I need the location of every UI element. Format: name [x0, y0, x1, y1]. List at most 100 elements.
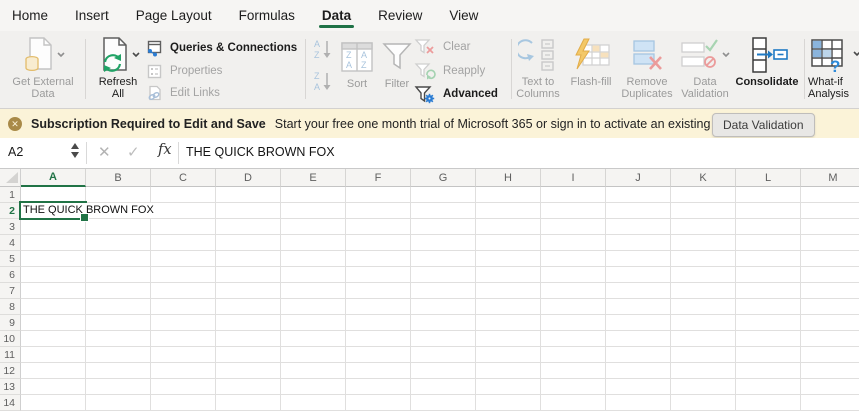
row-header-9[interactable]: 9 [0, 315, 21, 331]
cell-E6[interactable] [281, 267, 346, 283]
cell-L7[interactable] [736, 283, 801, 299]
cell-K7[interactable] [671, 283, 736, 299]
cell-I5[interactable] [541, 251, 606, 267]
cell-I7[interactable] [541, 283, 606, 299]
name-box-stepper[interactable] [71, 143, 79, 158]
cell-D4[interactable] [216, 235, 281, 251]
cell-G11[interactable] [411, 347, 476, 363]
cell-A8[interactable] [21, 299, 86, 315]
cell-H3[interactable] [476, 219, 541, 235]
cell-I13[interactable] [541, 379, 606, 395]
cell-B3[interactable] [86, 219, 151, 235]
row-header-12[interactable]: 12 [0, 363, 21, 379]
cell-E13[interactable] [281, 379, 346, 395]
cell-M4[interactable] [801, 235, 859, 251]
cell-C9[interactable] [151, 315, 216, 331]
cell-D3[interactable] [216, 219, 281, 235]
cell-B13[interactable] [86, 379, 151, 395]
cell-I14[interactable] [541, 395, 606, 411]
row-header-8[interactable]: 8 [0, 299, 21, 315]
cell-G8[interactable] [411, 299, 476, 315]
cell-L3[interactable] [736, 219, 801, 235]
cell-D1[interactable] [216, 187, 281, 203]
data-validation-button[interactable]: Data Validation [676, 35, 734, 100]
tab-view[interactable]: View [448, 2, 479, 29]
row-header-14[interactable]: 14 [0, 395, 21, 411]
cell-C12[interactable] [151, 363, 216, 379]
cell-I8[interactable] [541, 299, 606, 315]
get-external-data-button[interactable]: Get External Data [4, 35, 82, 100]
cell-E7[interactable] [281, 283, 346, 299]
name-box[interactable]: A2 [8, 145, 23, 159]
tab-page-layout[interactable]: Page Layout [135, 2, 213, 29]
cell-H12[interactable] [476, 363, 541, 379]
cell-L6[interactable] [736, 267, 801, 283]
column-header-M[interactable]: M [801, 169, 859, 187]
cell-G13[interactable] [411, 379, 476, 395]
cell-H6[interactable] [476, 267, 541, 283]
cell-F2[interactable] [346, 203, 411, 219]
cell-L10[interactable] [736, 331, 801, 347]
filter-button[interactable]: Filter [378, 37, 416, 90]
column-header-C[interactable]: C [151, 169, 216, 187]
cell-A12[interactable] [21, 363, 86, 379]
cell-B12[interactable] [86, 363, 151, 379]
column-header-E[interactable]: E [281, 169, 346, 187]
remove-duplicates-button[interactable]: Remove Duplicates [616, 35, 678, 100]
cell-E12[interactable] [281, 363, 346, 379]
cell-L11[interactable] [736, 347, 801, 363]
cell-G1[interactable] [411, 187, 476, 203]
cell-A11[interactable] [21, 347, 86, 363]
tab-insert[interactable]: Insert [74, 2, 110, 29]
queries-connections-button[interactable]: Queries & Connections [146, 38, 297, 58]
cell-J12[interactable] [606, 363, 671, 379]
cell-H9[interactable] [476, 315, 541, 331]
cell-G9[interactable] [411, 315, 476, 331]
cell-L14[interactable] [736, 395, 801, 411]
cell-J1[interactable] [606, 187, 671, 203]
cell-J4[interactable] [606, 235, 671, 251]
cell-E14[interactable] [281, 395, 346, 411]
cell-M3[interactable] [801, 219, 859, 235]
cell-K9[interactable] [671, 315, 736, 331]
cell-A5[interactable] [21, 251, 86, 267]
cell-E3[interactable] [281, 219, 346, 235]
column-header-F[interactable]: F [346, 169, 411, 187]
cell-K3[interactable] [671, 219, 736, 235]
cell-F9[interactable] [346, 315, 411, 331]
cell-F1[interactable] [346, 187, 411, 203]
cell-H14[interactable] [476, 395, 541, 411]
cell-B14[interactable] [86, 395, 151, 411]
cell-F13[interactable] [346, 379, 411, 395]
cell-G4[interactable] [411, 235, 476, 251]
reapply-button[interactable]: Reapply [414, 61, 485, 81]
cancel-icon[interactable]: ✕ [98, 143, 111, 161]
cell-D12[interactable] [216, 363, 281, 379]
cell-G5[interactable] [411, 251, 476, 267]
row-header-2[interactable]: 2 [0, 203, 21, 219]
row-header-7[interactable]: 7 [0, 283, 21, 299]
insert-function-icon[interactable]: fx [158, 142, 172, 158]
row-header-3[interactable]: 3 [0, 219, 21, 235]
cell-J13[interactable] [606, 379, 671, 395]
cell-M6[interactable] [801, 267, 859, 283]
cell-G12[interactable] [411, 363, 476, 379]
cell-L5[interactable] [736, 251, 801, 267]
cell-F8[interactable] [346, 299, 411, 315]
cell-F5[interactable] [346, 251, 411, 267]
cell-G2[interactable] [411, 203, 476, 219]
cell-A9[interactable] [21, 315, 86, 331]
cell-K10[interactable] [671, 331, 736, 347]
cell-K13[interactable] [671, 379, 736, 395]
cell-D7[interactable] [216, 283, 281, 299]
cell-E8[interactable] [281, 299, 346, 315]
active-cell-selection[interactable]: THE QUICK BROWN FOX [19, 201, 155, 222]
cell-D5[interactable] [216, 251, 281, 267]
cell-L1[interactable] [736, 187, 801, 203]
cell-K1[interactable] [671, 187, 736, 203]
cell-K11[interactable] [671, 347, 736, 363]
cell-A4[interactable] [21, 235, 86, 251]
cell-J2[interactable] [606, 203, 671, 219]
cell-D10[interactable] [216, 331, 281, 347]
cell-C2[interactable] [151, 203, 216, 219]
